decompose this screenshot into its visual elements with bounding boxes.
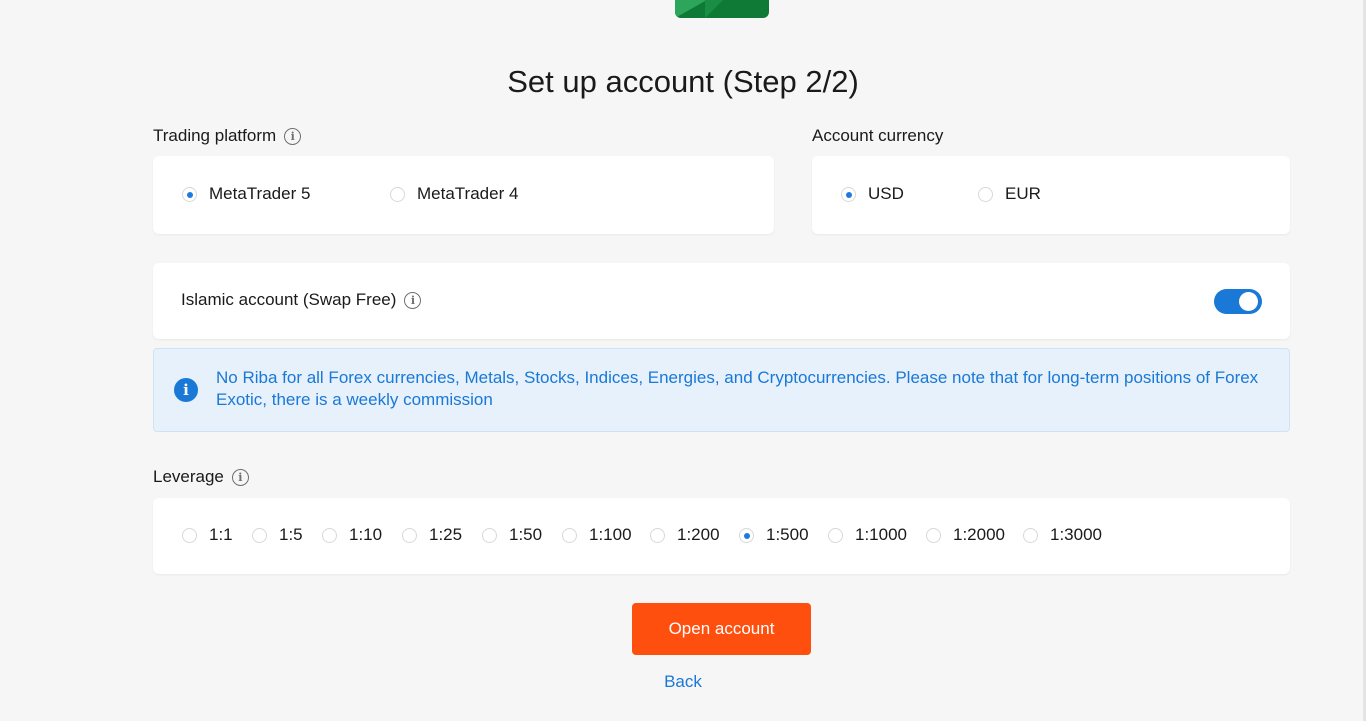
trading-platform-label: Trading platform i (153, 126, 302, 146)
radio-leverage-1-1[interactable]: 1:1 (182, 525, 233, 545)
radio-button[interactable] (978, 186, 993, 202)
radio-button[interactable] (828, 527, 843, 543)
back-link[interactable]: Back (0, 672, 1366, 692)
radio-eur[interactable]: EUR (978, 184, 1041, 204)
islamic-account-toggle[interactable] (1214, 289, 1262, 314)
radio-button[interactable] (322, 527, 337, 543)
radio-button[interactable] (252, 527, 267, 543)
radio-label: MetaTrader 5 (209, 184, 311, 203)
radio-button[interactable] (1023, 527, 1038, 543)
radio-button[interactable] (482, 527, 497, 543)
info-notice: i No Riba for all Forex currencies, Meta… (153, 348, 1290, 432)
leverage-label-text: Leverage (153, 467, 224, 486)
radio-metatrader-4[interactable]: MetaTrader 4 (390, 184, 518, 204)
info-icon[interactable]: i (231, 468, 249, 486)
radio-leverage-1-500[interactable]: 1:500 (739, 525, 809, 545)
info-circle-icon: i (174, 378, 198, 402)
open-account-button[interactable]: Open account (632, 603, 811, 655)
info-icon[interactable]: i (284, 127, 302, 145)
radio-label: MetaTrader 4 (417, 184, 519, 203)
radio-button[interactable] (390, 186, 405, 202)
radio-leverage-1-3000[interactable]: 1:3000 (1023, 525, 1102, 545)
radio-label: 1:25 (429, 525, 463, 544)
radio-label: 1:500 (766, 525, 809, 544)
radio-label: 1:200 (677, 525, 720, 544)
radio-leverage-1-10[interactable]: 1:10 (322, 525, 382, 545)
radio-leverage-1-50[interactable]: 1:50 (482, 525, 542, 545)
radio-leverage-1-5[interactable]: 1:5 (252, 525, 303, 545)
radio-button-checked[interactable] (182, 186, 197, 202)
radio-leverage-1-2000[interactable]: 1:2000 (926, 525, 1005, 545)
trading-platform-label-text: Trading platform (153, 126, 277, 145)
radio-button-checked[interactable] (841, 186, 856, 202)
trading-platform-card: MetaTrader 5 MetaTrader 4 (153, 156, 774, 234)
islamic-account-card: Islamic account (Swap Free) i (153, 263, 1290, 339)
radio-metatrader-5[interactable]: MetaTrader 5 (182, 184, 310, 204)
radio-label: 1:1 (209, 525, 233, 544)
radio-label: 1:2000 (953, 525, 1005, 544)
radio-label: 1:50 (509, 525, 543, 544)
radio-label: 1:3000 (1050, 525, 1102, 544)
radio-button-checked[interactable] (739, 527, 754, 543)
leverage-label: Leverage i (153, 467, 249, 487)
radio-label: USD (868, 184, 904, 203)
account-currency-label-text: Account currency (812, 126, 944, 145)
toggle-knob (1239, 292, 1258, 311)
radio-label: EUR (1005, 184, 1041, 203)
radio-leverage-1-100[interactable]: 1:100 (562, 525, 632, 545)
page-title: Set up account (Step 2/2) (507, 64, 859, 99)
islamic-account-label-text: Islamic account (Swap Free) (181, 290, 397, 309)
radio-label: 1:1000 (855, 525, 907, 544)
radio-button[interactable] (182, 527, 197, 543)
info-icon[interactable]: i (404, 291, 422, 309)
radio-label: 1:100 (589, 525, 632, 544)
radio-usd[interactable]: USD (841, 184, 904, 204)
radio-leverage-1-25[interactable]: 1:25 (402, 525, 462, 545)
radio-label: 1:5 (279, 525, 303, 544)
islamic-account-label: Islamic account (Swap Free) i (181, 290, 422, 310)
radio-button[interactable] (562, 527, 577, 543)
account-currency-label: Account currency (812, 126, 943, 146)
brand-logo (675, 0, 769, 18)
radio-button[interactable] (926, 527, 941, 543)
radio-button[interactable] (402, 527, 417, 543)
radio-label: 1:10 (349, 525, 383, 544)
radio-button[interactable] (650, 527, 665, 543)
radio-leverage-1-200[interactable]: 1:200 (650, 525, 720, 545)
account-currency-card: USD EUR (812, 156, 1290, 234)
radio-leverage-1-1000[interactable]: 1:1000 (828, 525, 907, 545)
leverage-card: 1:1 1:5 1:10 1:25 1:50 1:100 1:200 1:500… (153, 498, 1290, 574)
notice-text: No Riba for all Forex currencies, Metals… (216, 368, 1259, 409)
